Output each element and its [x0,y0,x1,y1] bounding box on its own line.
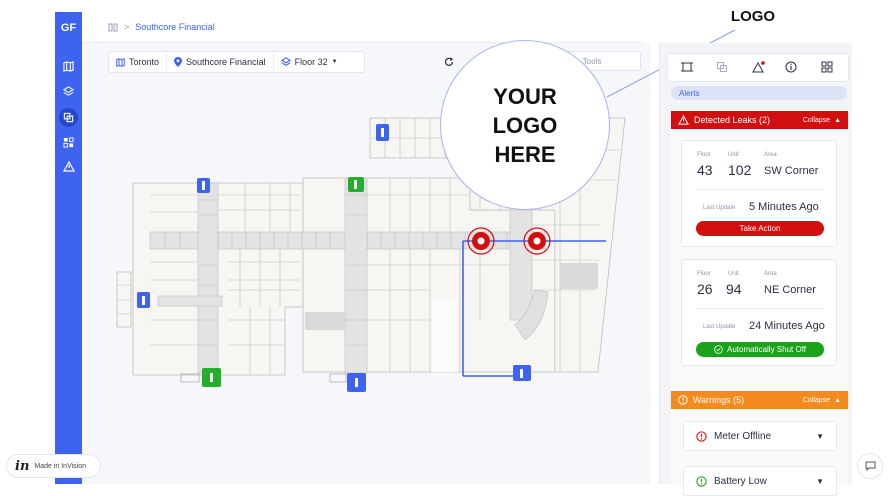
floor-selector[interactable]: Floor 32 ▼ [274,52,345,72]
floor-value: 26 [697,281,713,297]
floor-label: Floor [697,152,711,158]
warnings-title: Warnings (5) [693,395,745,405]
floor-label: Floor [697,271,711,277]
city-selector[interactable]: Toronto [109,52,168,72]
auto-shut-off-button[interactable]: Automatically Shut Off [696,342,824,357]
floor-label: Floor 32 [294,57,328,67]
location-toolbar: Toronto Southcore Financial Floor 32 ▼ [108,51,365,73]
unit-value: 94 [726,281,742,297]
logo-line-3: HERE [494,141,556,167]
area-value: SW Corner [764,165,819,177]
chevron-down-icon: ▼ [816,431,824,441]
detected-leaks-title: Detected Leaks (2) [694,115,771,125]
detected-leaks-header[interactable]: Detected Leaks (2) Collapse ▲ [671,111,848,129]
unit-value: 102 [728,162,752,178]
check-circle-icon [714,345,723,354]
info-icon[interactable] [784,60,798,74]
warning-item[interactable]: Meter Offline ▼ [683,421,837,451]
logo-bar [640,12,695,14]
chevron-up-icon: ▲ [834,116,841,124]
last-update-label: Last Update [703,324,736,330]
panel-toolbar [667,53,849,82]
logo-label: LOGO [730,8,776,25]
chevron-down-icon: ▼ [816,476,824,486]
invision-label: Made in InVision [34,462,87,470]
invision-badge[interactable]: in Made in InVision [6,454,101,478]
warning-item[interactable]: Battery Low ▼ [683,466,837,496]
refresh-icon[interactable] [444,54,454,72]
comment-icon [865,461,875,471]
alert-circle-icon [696,430,707,442]
grid-icon[interactable] [820,60,834,74]
leak-card[interactable]: Floor Unit Area 26 94 NE Corner Last Upd… [681,259,837,366]
collapse-label: Collapse [802,396,831,404]
comment-button[interactable] [857,453,883,479]
unit-label: Unit [728,271,739,277]
location-pin-icon [174,57,183,67]
collapse-button[interactable]: Collapse ▲ [803,397,841,404]
logo-line-1: YOUR [493,83,557,109]
logo-line-2: LOGO [492,112,558,138]
collapse-label: Collapse [802,116,831,124]
last-update-label: Last Update [703,205,736,211]
warning-icon [678,115,689,125]
tab-alerts[interactable]: Alerts [671,86,847,100]
invision-logo: in [15,458,30,474]
collapse-button[interactable]: Collapse ▲ [803,117,841,124]
building-label: Southcore Financial [186,57,266,67]
warning-label: Battery Low [714,475,767,487]
leak-card[interactable]: Floor Unit Area 43 102 SW Corner Last Up… [681,140,837,247]
last-update-value: 24 Minutes Ago [749,320,825,332]
take-action-button[interactable]: Take Action [696,221,824,236]
chevron-up-icon: ▲ [834,396,841,404]
layers-icon [280,57,291,66]
auto-shut-off-label: Automatically Shut Off [727,345,806,354]
copy-icon[interactable] [715,60,729,74]
map-icon [116,57,125,67]
alert-triangle-icon[interactable] [751,60,765,74]
unit-label: Unit [728,152,739,158]
last-update-value: 5 Minutes Ago [749,201,819,213]
chevron-down-icon: ▼ [331,59,338,65]
area-label: Area [764,152,777,158]
frame-icon[interactable] [680,60,694,74]
floor-value: 43 [697,162,713,178]
logo-placeholder: YOUR LOGO HERE [440,40,610,210]
building-selector[interactable]: Southcore Financial [167,52,274,72]
warnings-header[interactable]: Warnings (5) Collapse ▲ [671,391,848,409]
app-screen: GF > Southcore Financial Toronto Southco… [0,0,894,496]
card-divider [696,189,822,190]
alert-circle-icon [678,395,688,405]
warning-label: Meter Offline [714,430,772,442]
alert-circle-icon [696,475,707,487]
area-label: Area [764,271,777,277]
card-divider [696,308,822,309]
area-value: NE Corner [764,284,816,296]
city-label: Toronto [129,57,160,67]
